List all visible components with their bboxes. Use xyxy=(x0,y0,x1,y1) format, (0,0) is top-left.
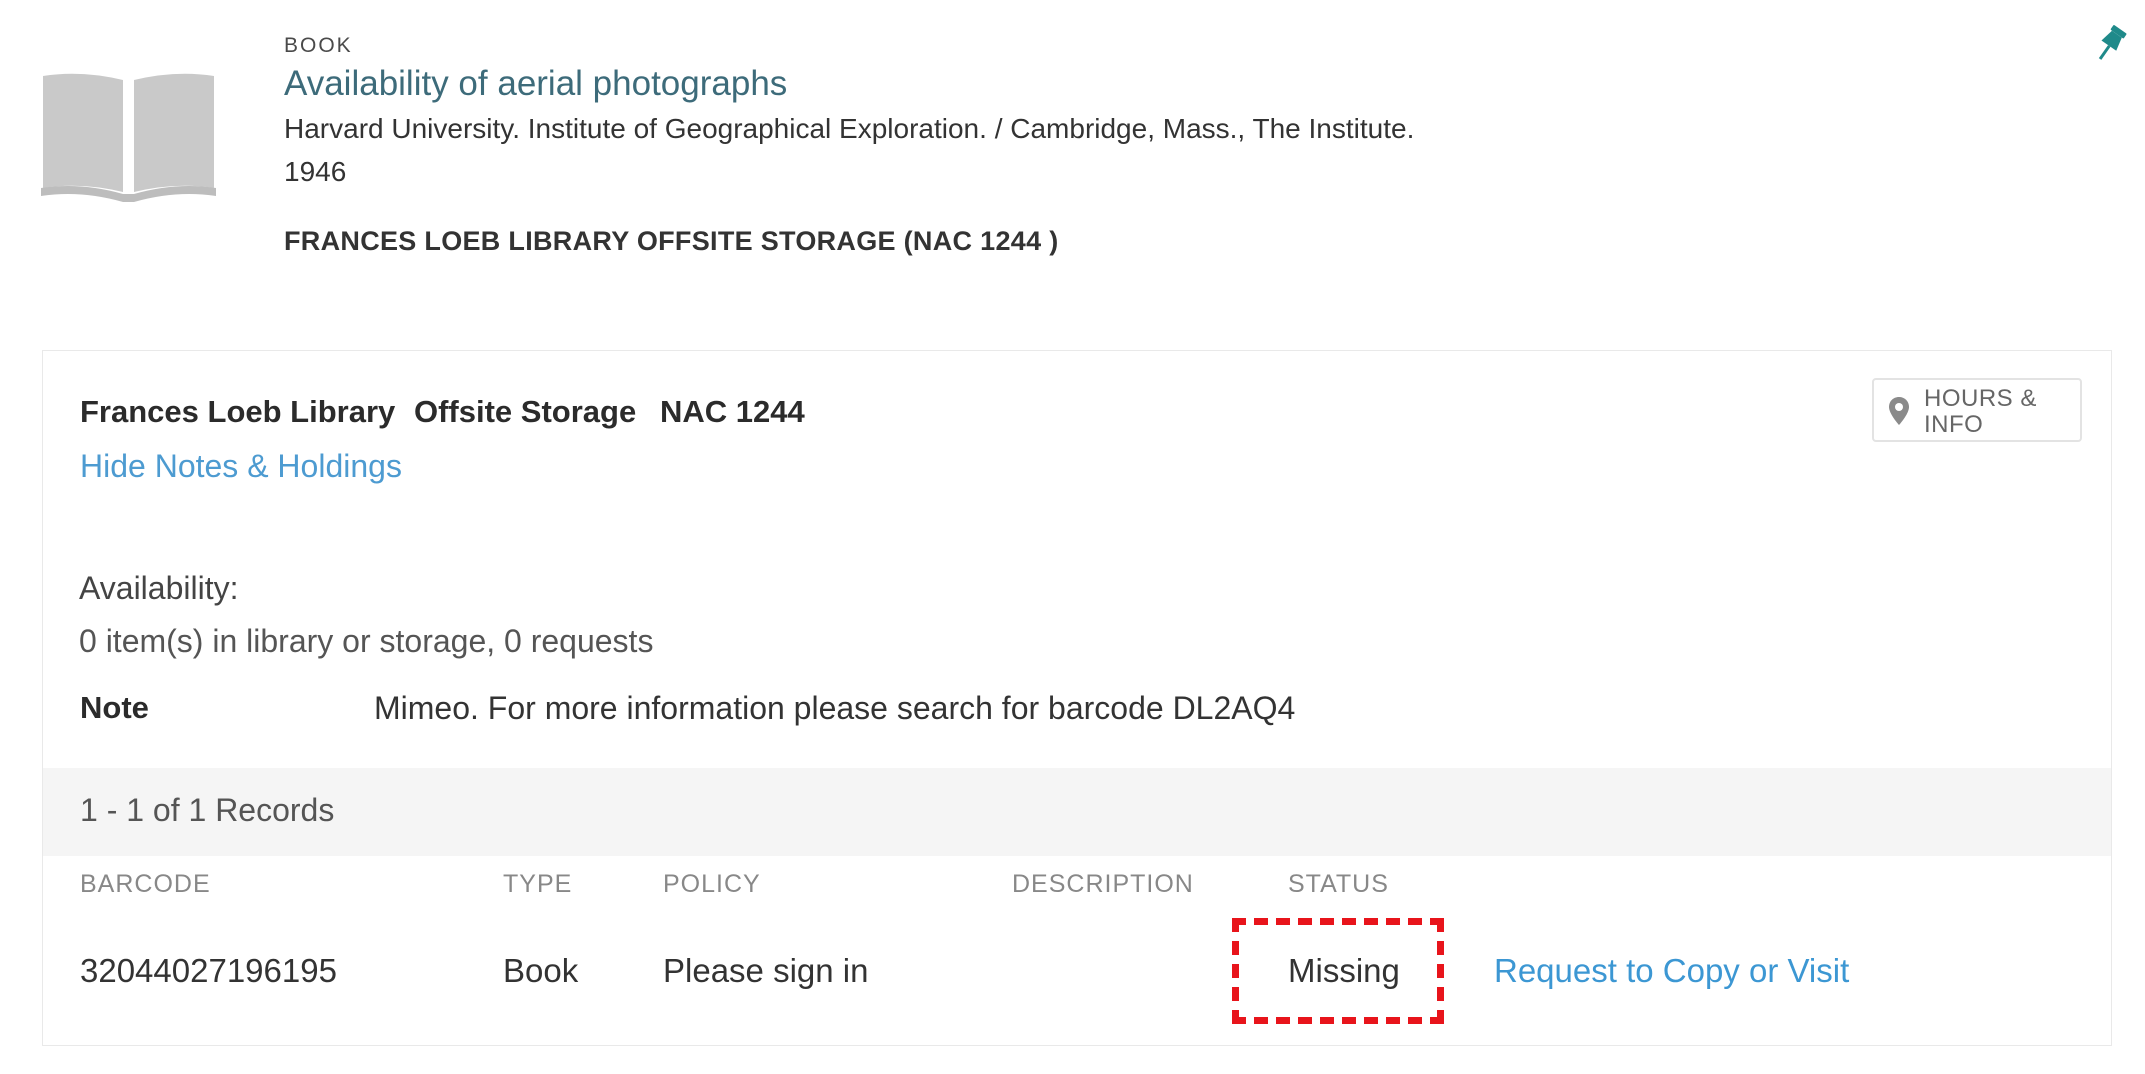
cell-policy: Please sign in xyxy=(663,952,869,989)
hours-info-line-2: INFO xyxy=(1924,411,1984,438)
records-bar xyxy=(43,768,2111,856)
map-marker-icon xyxy=(1889,397,1909,425)
record-year: 1946 xyxy=(284,156,347,187)
availability-value: 0 item(s) in library or storage, 0 reque… xyxy=(79,623,654,659)
record-author: Harvard University. Institute of Geograp… xyxy=(284,113,1415,144)
hours-info-line-1: HOURS & xyxy=(1924,385,2037,412)
note-label: Note xyxy=(80,690,149,725)
hours-info-button[interactable]: HOURS & INFO xyxy=(1872,378,2082,442)
pushpin-icon[interactable] xyxy=(2093,24,2127,64)
record-location: FRANCES LOEB LIBRARY OFFSITE STORAGE (NA… xyxy=(284,226,1059,256)
record-title[interactable]: Availability of aerial photographs xyxy=(284,64,787,104)
header-type: TYPE xyxy=(503,870,573,898)
record-type: BOOK xyxy=(284,34,353,57)
request-copy-visit-link[interactable]: Request to Copy or Visit xyxy=(1494,952,1849,990)
availability-label: Availability: xyxy=(79,570,239,606)
hours-info-label: HOURS & INFO xyxy=(1924,386,2037,438)
book-open-icon xyxy=(41,73,216,202)
cell-barcode: 32044027196195 xyxy=(80,952,337,989)
cell-type: Book xyxy=(503,952,579,989)
header-policy: POLICY xyxy=(663,870,761,898)
library-sublocation: Offsite Storage xyxy=(414,394,637,429)
hide-notes-holdings-link[interactable]: Hide Notes & Holdings xyxy=(80,448,402,485)
records-count: 1 - 1 of 1 Records xyxy=(80,792,335,828)
header-barcode: BARCODE xyxy=(80,870,211,898)
call-number: NAC 1244 xyxy=(660,394,805,429)
missing-status-highlight xyxy=(1232,918,1444,1024)
note-value: Mimeo. For more information please searc… xyxy=(374,690,1296,726)
header-description: DESCRIPTION xyxy=(1012,870,1194,898)
header-status: STATUS xyxy=(1288,870,1389,898)
library-name: Frances Loeb Library xyxy=(80,394,396,429)
